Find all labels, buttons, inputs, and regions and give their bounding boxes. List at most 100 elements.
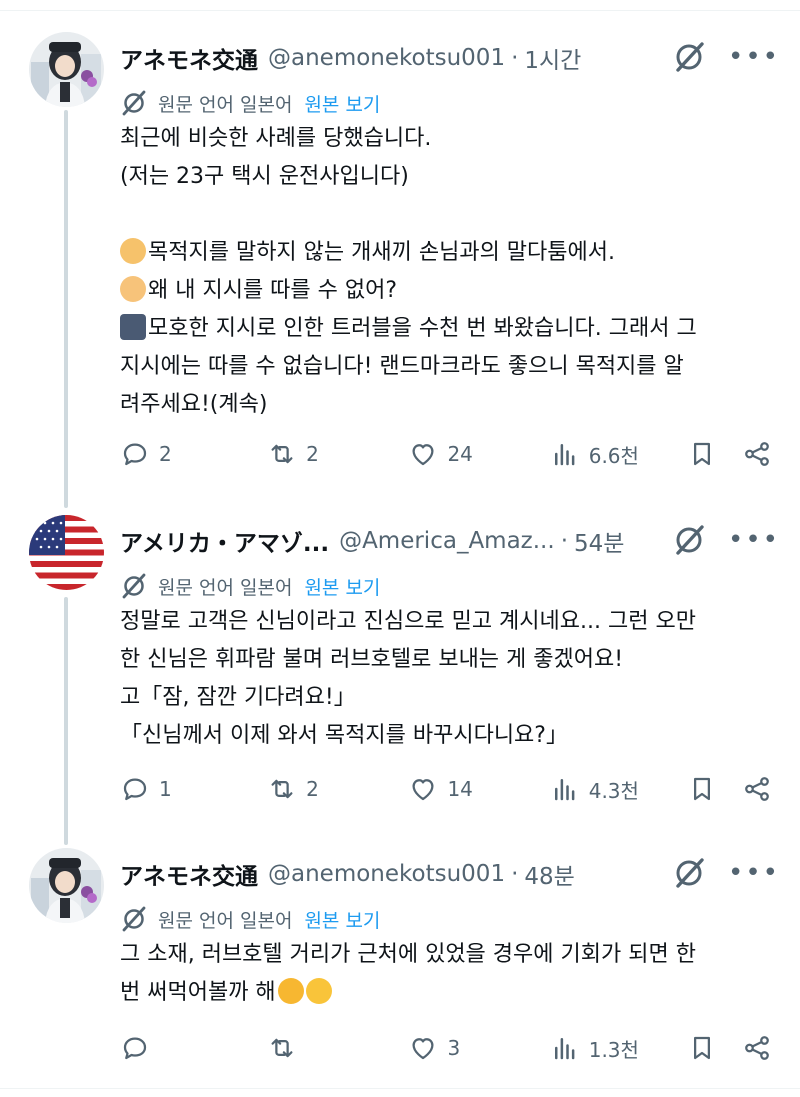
avatar[interactable] [29, 848, 104, 923]
text-line: 정말로 고객은 신님이라고 진심으로 믿고 계시네요... 그런 오만 [120, 609, 696, 634]
text-line: 「신님께서 이제 와서 목적지를 바꾸시다니요?」 [120, 723, 568, 748]
text-line: 최근에 비슷한 사례를 당했습니다. [120, 126, 432, 151]
text-line [120, 196, 780, 234]
header-actions: ••• [672, 40, 780, 74]
text-line: 려주세요!(계속) [120, 392, 268, 417]
timestamp[interactable]: 1시간 [524, 41, 581, 75]
reply-button[interactable] [120, 1033, 267, 1063]
separator: · [511, 45, 519, 71]
reply-button[interactable]: 1 [120, 774, 267, 804]
heart-icon [412, 779, 434, 801]
separator: · [511, 861, 519, 887]
user-handle[interactable]: @anemonekotsu001 [268, 861, 505, 887]
top-divider [0, 0, 800, 11]
share-button[interactable] [742, 1033, 772, 1063]
separator: · [560, 528, 568, 554]
grok-icon[interactable] [672, 856, 706, 890]
text-line: (저는 23구 택시 운전사입니다) [120, 164, 409, 189]
bookmark-icon [694, 1036, 711, 1060]
like-button[interactable]: 3 [408, 1033, 549, 1063]
repost-button[interactable] [267, 1033, 408, 1063]
text-line: 번 써먹어볼까 해 [120, 974, 780, 1012]
like-count: 14 [447, 777, 473, 801]
action-bar: 3 1.3천 [120, 1028, 772, 1068]
grok-translate-icon [122, 906, 146, 932]
text-line: 그 소재, 러브호텔 거리가 근처에 있었을 경우에 기회가 되면 한 [120, 942, 696, 967]
bottom-divider [0, 1088, 800, 1089]
display-name[interactable]: アネモネ交通 [120, 857, 258, 891]
translation-row: 원문 언어 일본어 원본 보기 [120, 88, 380, 118]
more-options-icon[interactable]: ••• [728, 860, 780, 886]
avatar[interactable] [29, 515, 104, 590]
repost-icon [271, 1038, 293, 1058]
share-icon [745, 1036, 769, 1060]
action-bar: 1 2 14 4.3천 [120, 769, 772, 809]
tears-of-joy-emoji-icon [305, 978, 332, 1004]
show-original-link[interactable]: 원본 보기 [304, 90, 380, 117]
tweet-text: 정말로 고객은 신님이라고 진심으로 믿고 계시네요... 그런 오만 한 신님… [120, 603, 780, 755]
grok-icon[interactable] [672, 40, 706, 74]
grok-icon[interactable] [672, 523, 706, 557]
bookmark-button[interactable] [687, 1033, 742, 1063]
bookmark-button[interactable] [687, 774, 742, 804]
tweet[interactable]: アネモネ交通 @anemonekotsu001 · 1시간 ••• 원문 언어 … [0, 32, 800, 482]
heart-icon [412, 1038, 434, 1060]
share-icon [745, 442, 769, 466]
tweet-text: 그 소재, 러브호텔 거리가 근처에 있었을 경우에 기회가 되면 한 번 써먹… [120, 936, 780, 1012]
view-count: 1.3천 [588, 1037, 639, 1062]
reply-icon [123, 1037, 147, 1060]
show-original-link[interactable]: 원본 보기 [304, 573, 380, 600]
repost-count: 2 [306, 442, 319, 466]
repost-icon [271, 444, 293, 464]
like-count: 24 [447, 442, 473, 466]
user-handle[interactable]: @America_Amaz... [339, 528, 555, 554]
text-line: 한 신님은 휘파람 불며 러브호텔로 보내는 게 좋겠어요! [120, 647, 624, 672]
tweet[interactable]: アメリカ・アマゾ... @America_Amaz... · 54분 ••• 원… [0, 515, 800, 830]
bookmark-icon [694, 442, 711, 466]
old-man-emoji-icon [120, 238, 146, 264]
action-bar: 2 2 24 6.6천 [120, 434, 772, 474]
like-count: 3 [447, 1036, 461, 1060]
pilot-emoji-icon [120, 314, 146, 340]
tweet[interactable]: アネモネ交通 @anemonekotsu001 · 48분 ••• 원문 언어 … [0, 848, 800, 1083]
show-original-link[interactable]: 원본 보기 [304, 906, 380, 933]
views-button[interactable]: 4.3천 [550, 774, 687, 804]
text-segment: 모호한 지시로 인한 트러블을 수천 번 봐왔습니다. 그래서 그 [148, 316, 697, 341]
view-count: 4.3천 [588, 778, 639, 803]
translation-row: 원문 언어 일본어 원본 보기 [120, 904, 380, 934]
like-button[interactable]: 24 [408, 439, 549, 469]
user-handle[interactable]: @anemonekotsu001 [268, 45, 505, 71]
translation-label: 원문 언어 일본어 [158, 909, 293, 932]
heart-icon [412, 444, 434, 466]
avatar[interactable] [29, 32, 104, 107]
grok-translate-icon [122, 573, 146, 599]
repost-button[interactable]: 2 [267, 439, 408, 469]
display-name[interactable]: アメリカ・アマゾ... [120, 524, 329, 558]
display-name[interactable]: アネモネ交通 [120, 41, 258, 75]
bookmark-button[interactable] [687, 439, 742, 469]
text-segment: 목적지를 말하지 않는 개새끼 손님과의 말다툼에서. [148, 240, 616, 265]
reply-icon [123, 443, 147, 466]
like-button[interactable]: 14 [408, 774, 549, 804]
text-line: 고「잠, 잠깐 기다려요!」 [120, 685, 356, 710]
text-segment: 번 써먹어볼까 해 [120, 980, 276, 1005]
grok-translate-icon [122, 90, 146, 116]
repost-button[interactable]: 2 [267, 774, 408, 804]
timestamp[interactable]: 48분 [524, 857, 574, 891]
tweet-header: アネモネ交通 @anemonekotsu001 · 48분 ••• [120, 856, 780, 892]
views-button[interactable]: 1.3천 [550, 1033, 687, 1063]
share-button[interactable] [742, 439, 772, 469]
text-segment: 왜 내 지시를 따를 수 없어? [148, 278, 398, 303]
repost-count: 2 [306, 777, 319, 801]
translation-row: 원문 언어 일본어 원본 보기 [120, 571, 380, 601]
old-man-emoji-icon [120, 276, 146, 302]
reply-button[interactable]: 2 [120, 439, 267, 469]
more-options-icon[interactable]: ••• [728, 527, 780, 553]
reply-count: 1 [159, 777, 172, 801]
more-options-icon[interactable]: ••• [728, 44, 780, 70]
views-icon [554, 1038, 575, 1060]
views-button[interactable]: 6.6천 [550, 439, 687, 469]
reply-count: 2 [159, 442, 172, 466]
share-button[interactable] [742, 774, 772, 804]
timestamp[interactable]: 54분 [574, 524, 624, 558]
